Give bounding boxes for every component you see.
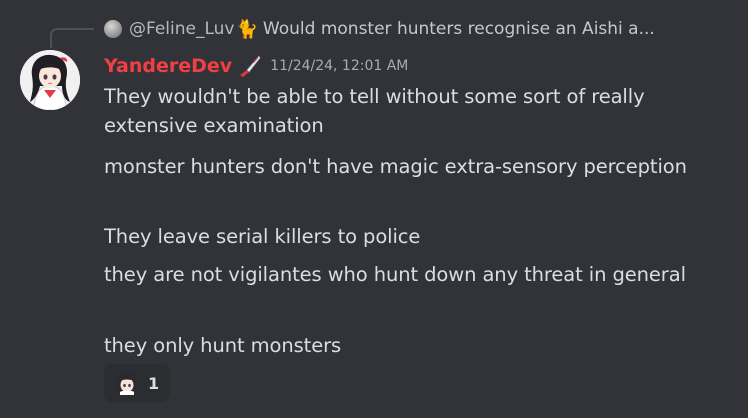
reaction-button[interactable]: 1 [104,364,170,402]
reply-preview[interactable]: @Feline_Luv 🐈 Would monster hunters reco… [104,16,655,42]
message-header: YandereDev 11/24/24, 12:01 AM [104,52,408,80]
reply-connector [50,28,94,48]
username[interactable]: YandereDev [104,55,232,77]
anime-girl-emoji-icon [116,371,137,395]
cat-icon: 🐈 [235,18,258,40]
message-line: they are not vigilantes who hunt down an… [104,263,686,286]
timestamp: 11/24/24, 12:01 AM [270,58,409,74]
avatar[interactable] [20,50,80,110]
reply-text[interactable]: Would monster hunters recognise an Aishi… [263,19,655,39]
avatar-image [20,50,80,110]
reaction-count: 1 [148,373,160,393]
chat-message: @Feline_Luv 🐈 Would monster hunters reco… [0,0,748,418]
message-line: monster hunters don't have magic extra-s… [104,155,687,178]
reply-avatar[interactable] [104,20,122,38]
reply-author[interactable]: @Feline_Luv [129,19,235,39]
message-line: They leave serial killers to police [104,225,421,248]
message-line: They wouldn't be able to tell without so… [104,85,645,137]
knife-icon [240,55,261,77]
message-line: they only hunt monsters [104,334,342,357]
